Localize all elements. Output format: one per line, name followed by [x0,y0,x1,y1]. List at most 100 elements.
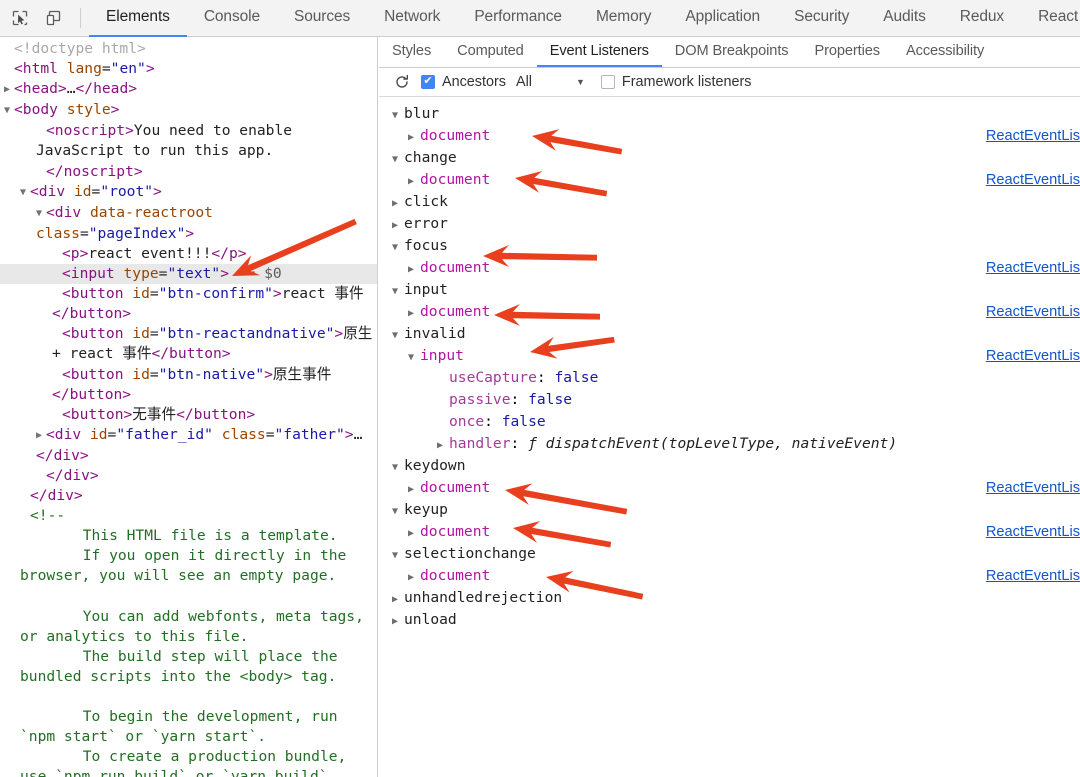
tab-application[interactable]: Application [668,0,777,37]
listener-row[interactable]: ▶ click [379,191,1080,213]
dom-node[interactable]: <button id="btn-native">原生事件 </button> [0,365,377,405]
dom-node[interactable]: </noscript> [0,162,377,182]
dom-node[interactable]: <button id="btn-confirm">react 事件 </butto… [0,284,377,324]
chevron-down-icon[interactable]: ▼ [392,149,404,171]
chevron-down-icon[interactable]: ▼ [392,281,404,303]
tab-console[interactable]: Console [187,0,277,37]
tab-elements[interactable]: Elements [89,0,187,37]
chevron-down-icon[interactable]: ▼ [392,457,404,479]
dom-node[interactable] [0,587,377,607]
ancestors-checkbox[interactable]: ✔ [421,75,435,89]
listener-row[interactable]: ▶ document ReactEventLis [379,565,1080,587]
device-toolbar-icon[interactable] [40,4,68,32]
chevron-right-icon[interactable]: ▶ [392,193,404,215]
listener-row[interactable]: ▼ change [379,147,1080,169]
listener-row[interactable]: ▶ unload [379,609,1080,631]
chevron-right-icon[interactable]: ▶ [392,215,404,237]
dom-tree-pane[interactable]: <!doctype html> <html lang="en"> ▶ <head>…<… [0,37,378,777]
sidebar-tab-computed[interactable]: Computed [444,37,537,67]
chevron-down-icon[interactable]: ▼ [392,545,404,567]
chevron-right-icon[interactable]: ▶ [4,80,14,100]
chevron-down-icon[interactable]: ▼ [392,501,404,523]
sidebar-tab-event-listeners[interactable]: Event Listeners [536,37,662,67]
chevron-right-icon[interactable]: ▶ [408,479,420,501]
dom-node[interactable]: <p>react event!!!</p> [0,244,377,264]
dom-node[interactable]: <button id="btn-reactandnative">原生 + rea… [0,324,377,364]
sidebar-tab-dom-breakpoints[interactable]: DOM Breakpoints [662,37,802,67]
listener-row[interactable]: useCapture: false [379,367,1080,389]
listener-source-link[interactable]: ReactEventLis [986,565,1080,587]
listener-row[interactable]: ▶ document ReactEventLis [379,301,1080,323]
dom-node[interactable]: To create a production bundle, use `npm … [0,747,377,777]
listener-source-link[interactable]: ReactEventLis [986,301,1080,323]
dom-node[interactable]: ▶ <div id="father_id" class="father">…</d… [0,425,377,466]
dom-node[interactable]: This HTML file is a template. [0,526,377,546]
ancestors-label[interactable]: Ancestors [442,74,506,90]
listener-row[interactable]: ▶ unhandledrejection [379,587,1080,609]
chevron-down-icon[interactable]: ▼ [392,325,404,347]
dom-node[interactable] [0,687,377,707]
chevron-right-icon[interactable]: ▶ [392,611,404,633]
chevron-down-icon[interactable]: ▼ [392,237,404,259]
listener-row[interactable]: ▼ invalid [379,323,1080,345]
listener-row[interactable]: ▶ document ReactEventLis [379,477,1080,499]
chevron-right-icon[interactable]: ▶ [408,303,420,325]
framework-listeners-label[interactable]: Framework listeners [622,74,752,90]
listener-row[interactable]: ▶ document ReactEventLis [379,521,1080,543]
listener-source-link[interactable]: ReactEventLis [986,521,1080,543]
listener-source-link[interactable]: ReactEventLis [986,477,1080,499]
tab-sources[interactable]: Sources [277,0,367,37]
listener-row[interactable]: ▶ document ReactEventLis [379,125,1080,147]
dom-node[interactable]: The build step will place the bundled sc… [0,647,377,687]
inspect-element-icon[interactable] [6,4,34,32]
listener-scope-select[interactable]: All ▼ [516,74,585,90]
listener-row[interactable]: passive: false [379,389,1080,411]
chevron-right-icon[interactable]: ▶ [408,523,420,545]
listener-row[interactable]: ▼ input ReactEventLis [379,345,1080,367]
dom-node-selected[interactable]: <input type="text"> == $0 [0,264,377,285]
dom-node[interactable]: <!-- [0,506,377,526]
tab-react[interactable]: React [1021,0,1080,37]
listener-source-link[interactable]: ReactEventLis [986,257,1080,279]
chevron-down-icon[interactable]: ▼ [4,101,14,121]
listener-row[interactable]: ▼ keydown [379,455,1080,477]
tab-memory[interactable]: Memory [579,0,668,37]
framework-listeners-checkbox[interactable] [600,75,615,89]
dom-node[interactable]: <noscript>You need to enable JavaScript … [0,121,377,161]
sidebar-tab-styles[interactable]: Styles [379,37,444,67]
listener-row[interactable]: ▶ document ReactEventLis [379,169,1080,191]
dom-node[interactable]: You can add webfonts, meta tags, or anal… [0,607,377,647]
refresh-icon[interactable] [391,71,413,93]
dom-node[interactable]: To begin the development, run `npm start… [0,707,377,747]
chevron-down-icon[interactable]: ▼ [20,183,30,203]
listener-row[interactable]: ▼ keyup [379,499,1080,521]
chevron-down-icon[interactable]: ▼ [408,347,420,369]
tab-security[interactable]: Security [777,0,866,37]
listener-row[interactable]: ▶ handler: ƒ dispatchEvent(topLevelType, … [379,433,1080,455]
dom-node[interactable]: </div> [0,466,377,486]
dom-node[interactable]: ▶ <head>…</head> [0,79,377,100]
dom-node[interactable]: ▼ <div data-reactroot class="pageIndex"> [0,203,377,244]
listener-row[interactable]: ▶ error [379,213,1080,235]
chevron-right-icon[interactable]: ▶ [408,127,420,149]
dom-node[interactable]: ▼ <div id="root"> [0,182,377,203]
chevron-right-icon[interactable]: ▶ [392,589,404,611]
dom-node[interactable]: </div> [0,486,377,506]
dom-node[interactable]: <button>无事件</button> [0,405,377,425]
listener-row[interactable]: ▼ input [379,279,1080,301]
chevron-down-icon[interactable]: ▼ [36,204,46,224]
dom-node[interactable]: If you open it directly in the browser, … [0,546,377,586]
listener-row[interactable]: once: false [379,411,1080,433]
tab-redux[interactable]: Redux [943,0,1021,37]
listener-row[interactable]: ▼ focus [379,235,1080,257]
chevron-right-icon[interactable]: ▶ [437,435,449,457]
sidebar-tab-accessibility[interactable]: Accessibility [893,37,997,67]
chevron-right-icon[interactable]: ▶ [408,259,420,281]
listener-source-link[interactable]: ReactEventLis [986,169,1080,191]
dom-node[interactable]: <html lang="en"> [0,59,377,79]
listener-source-link[interactable]: ReactEventLis [986,345,1080,367]
tab-performance[interactable]: Performance [457,0,579,37]
chevron-right-icon[interactable]: ▶ [408,567,420,589]
listener-row[interactable]: ▶ document ReactEventLis [379,257,1080,279]
dom-node[interactable]: ▼ <body style> [0,100,377,121]
